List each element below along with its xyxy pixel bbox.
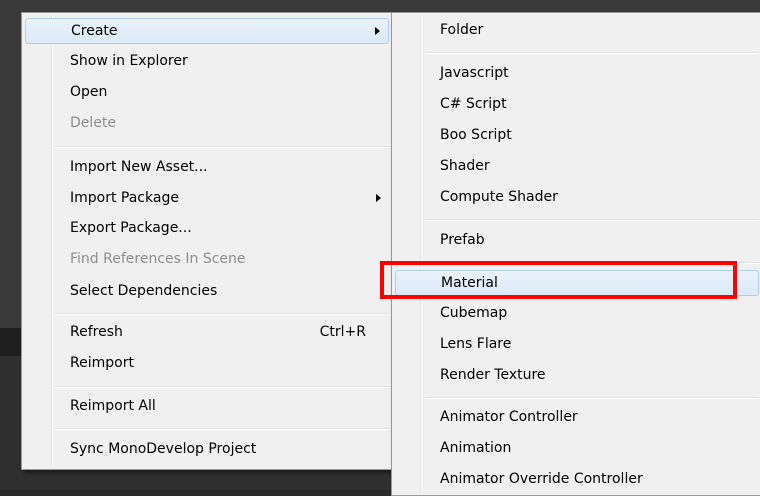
menu-item-delete[interactable]: Delete <box>25 111 389 137</box>
submenu-item-javascript[interactable]: Javascript <box>395 61 759 87</box>
menu-item-label: Render Texture <box>440 367 546 383</box>
menu-item-import-package[interactable]: Import Package <box>25 186 389 212</box>
menu-item-open[interactable]: Open <box>25 80 389 106</box>
create-submenu: Folder Javascript C# Script Boo Script S… <box>391 12 760 496</box>
menu-item-label: Lens Flare <box>440 336 512 352</box>
menu-separator <box>425 219 759 221</box>
menu-separator <box>425 52 759 54</box>
menu-item-label: Reimport All <box>70 398 156 414</box>
menu-item-label: Delete <box>70 115 116 131</box>
submenu-item-boo-script[interactable]: Boo Script <box>395 123 759 149</box>
submenu-arrow-icon <box>376 194 381 202</box>
menu-item-label: Create <box>71 23 118 39</box>
submenu-item-cubemap[interactable]: Cubemap <box>395 301 759 327</box>
menu-separator <box>55 386 389 388</box>
menu-item-label: Sync MonoDevelop Project <box>70 441 257 457</box>
menu-item-label: Compute Shader <box>440 189 558 205</box>
menu-separator <box>55 428 389 430</box>
highlight-callout-box <box>380 261 737 299</box>
menu-item-select-dependencies[interactable]: Select Dependencies <box>25 279 389 305</box>
menu-item-find-references[interactable]: Find References In Scene <box>25 247 389 273</box>
project-context-menu: Create Show in Explorer Open Delete Impo… <box>21 12 393 470</box>
menu-item-refresh[interactable]: Refresh Ctrl+R <box>25 320 389 346</box>
menu-item-label: Animation <box>440 440 512 456</box>
menu-item-label: Find References In Scene <box>70 251 246 267</box>
menu-item-label: Cubemap <box>440 305 508 321</box>
menu-item-label: Folder <box>440 22 484 38</box>
submenu-arrow-icon <box>375 27 380 35</box>
menu-item-create[interactable]: Create <box>25 18 389 44</box>
submenu-item-animation[interactable]: Animation <box>395 436 759 462</box>
submenu-item-render-texture[interactable]: Render Texture <box>395 363 759 389</box>
menu-item-reimport-all[interactable]: Reimport All <box>25 394 389 420</box>
menu-item-label: Prefab <box>440 232 485 248</box>
submenu-item-csharp-script[interactable]: C# Script <box>395 92 759 118</box>
menu-item-label: Javascript <box>440 65 509 81</box>
menu-item-label: Select Dependencies <box>70 283 218 299</box>
submenu-item-folder[interactable]: Folder <box>395 18 759 44</box>
menu-item-label: Animator Controller <box>440 409 578 425</box>
menu-item-label: Export Package... <box>70 220 192 236</box>
menu-item-label: Open <box>70 84 108 100</box>
menu-item-export-package[interactable]: Export Package... <box>25 216 389 242</box>
menu-separator <box>55 313 389 315</box>
menu-item-label: C# Script <box>440 96 507 112</box>
menu-item-show-in-explorer[interactable]: Show in Explorer <box>25 49 389 75</box>
menu-item-label: Shader <box>440 158 490 174</box>
menu-item-label: Reimport <box>70 355 134 371</box>
menu-item-label: Boo Script <box>440 127 512 143</box>
menu-item-label: Refresh <box>70 324 123 340</box>
menu-item-label: Import Package <box>70 190 179 206</box>
submenu-item-prefab[interactable]: Prefab <box>395 228 759 254</box>
menu-item-label: Show in Explorer <box>70 53 188 69</box>
menu-item-label: Animator Override Controller <box>440 471 643 487</box>
menu-separator <box>425 397 759 399</box>
menu-item-reimport[interactable]: Reimport <box>25 351 389 377</box>
menu-item-import-new-asset[interactable]: Import New Asset... <box>25 155 389 181</box>
submenu-item-compute-shader[interactable]: Compute Shader <box>395 185 759 211</box>
menu-item-shortcut: Ctrl+R <box>319 324 366 340</box>
submenu-item-animator-controller[interactable]: Animator Controller <box>395 405 759 431</box>
menu-item-sync-monodevelop[interactable]: Sync MonoDevelop Project <box>25 437 389 463</box>
submenu-item-lens-flare[interactable]: Lens Flare <box>395 332 759 358</box>
menu-separator <box>55 146 389 148</box>
submenu-item-shader[interactable]: Shader <box>395 154 759 180</box>
menu-item-label: Import New Asset... <box>70 159 208 175</box>
submenu-item-animator-override-controller[interactable]: Animator Override Controller <box>395 467 759 493</box>
